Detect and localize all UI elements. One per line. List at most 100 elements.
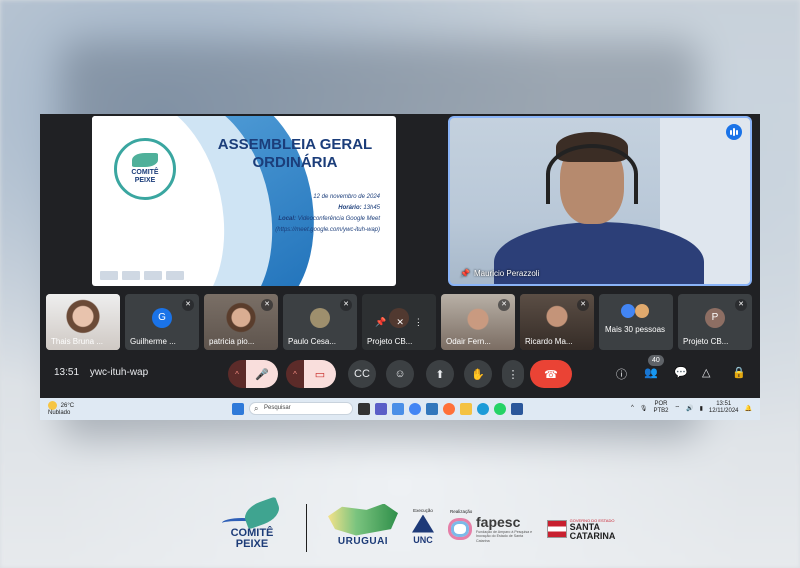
headset bbox=[546, 144, 638, 204]
captions-button[interactable]: CC bbox=[348, 360, 376, 388]
mic-off-icon: ✕ bbox=[261, 299, 273, 311]
reactions-button[interactable]: ☺ bbox=[386, 360, 414, 388]
chevron-up-icon[interactable]: ^ bbox=[631, 405, 634, 411]
fish-icon bbox=[132, 153, 158, 167]
participant-name: Guilherme ... bbox=[130, 337, 176, 346]
divider bbox=[306, 504, 307, 552]
time-value: 13h45 bbox=[363, 205, 380, 211]
leave-call-button[interactable]: ☎ bbox=[530, 360, 572, 388]
raise-hand-button[interactable]: ✋ bbox=[464, 360, 492, 388]
taskbar-search[interactable]: Pesquisar bbox=[249, 402, 353, 415]
slide-title: ASSEMBLEIA GERAL ORDINÁRIA bbox=[200, 136, 390, 172]
mic-off-icon: ✕ bbox=[340, 299, 352, 311]
unc-mark-icon bbox=[412, 514, 434, 533]
host-controls-button[interactable]: 🔒 bbox=[732, 366, 746, 379]
flag-icon bbox=[546, 520, 567, 538]
windows-taskbar: 26°C Nublado Pesquisar ^ 🎙 POR PTB2 ⌔ bbox=[40, 398, 760, 420]
camera-off-icon: ▭ bbox=[314, 368, 326, 381]
people-button[interactable]: 👥 bbox=[644, 366, 658, 379]
activities-icon: △ bbox=[702, 367, 711, 379]
windows-start-icon[interactable] bbox=[232, 402, 244, 415]
whatsapp-icon[interactable] bbox=[494, 402, 506, 415]
avatar bbox=[621, 304, 635, 318]
chrome-icon[interactable] bbox=[409, 402, 421, 415]
meet-window: COMITÊ PEIXE ASSEMBLEIA GERAL ORDINÁRIA … bbox=[40, 114, 760, 420]
hang-up-icon: ☎ bbox=[544, 368, 558, 381]
file-explorer-icon[interactable] bbox=[460, 402, 472, 415]
battery-icon[interactable]: ▮ bbox=[700, 405, 703, 412]
edge-icon[interactable] bbox=[477, 402, 489, 415]
brain-icon bbox=[448, 517, 472, 540]
participant-count-badge: 40 bbox=[648, 355, 664, 366]
more-participants-tile[interactable]: Mais 30 pessoas bbox=[599, 294, 673, 350]
keyboard-layout: PTB2 bbox=[653, 408, 669, 414]
meeting-info: 13:51 ywc-ituh-wap bbox=[54, 367, 148, 378]
speaker-tile[interactable]: 📌 Mauricio Perazzoli bbox=[448, 116, 752, 286]
meeting-details-button[interactable]: ⓘ bbox=[616, 366, 627, 382]
mic-off-icon: 🎤 bbox=[255, 368, 269, 381]
unc-logo: Execução UNC bbox=[406, 498, 440, 554]
taskbar-apps: Pesquisar bbox=[232, 402, 523, 415]
system-tray: ^ 🎙 POR PTB2 ⌔ 🔊 ▮ 13:51 12/11/2024 🔔 bbox=[631, 401, 752, 415]
hand-icon: ✋ bbox=[471, 368, 485, 381]
participant-tile[interactable]: ✕ Ricardo Ma... bbox=[520, 294, 594, 350]
weather-widget[interactable]: 26°C Nublado bbox=[48, 401, 74, 417]
participant-tile[interactable]: ✕ G Guilherme ... bbox=[125, 294, 199, 350]
task-view-icon[interactable] bbox=[358, 402, 370, 415]
location-value: Videoconferência Google Meet bbox=[297, 216, 380, 222]
chat-button[interactable]: 💬 bbox=[674, 366, 688, 379]
fapesc-text: fapesc bbox=[476, 513, 521, 530]
logo-text-1: COMITÊ bbox=[131, 169, 159, 176]
sponsor-logos bbox=[100, 271, 184, 280]
location-label: Local: bbox=[278, 216, 297, 222]
slide-title-line1: ASSEMBLEIA GERAL bbox=[217, 136, 373, 153]
meet-link: (https://meet.google.com/ywc-ituh-wap) bbox=[275, 227, 380, 233]
avatar bbox=[310, 308, 330, 328]
participant-tile[interactable]: ✕ P Projeto CB... bbox=[678, 294, 752, 350]
camera-toggle-button[interactable]: ▭ bbox=[304, 360, 336, 388]
participant-tile[interactable]: Thais Bruna ... bbox=[46, 294, 120, 350]
notification-bell-icon[interactable]: 🔔 bbox=[745, 405, 752, 412]
pin-icon[interactable]: 📌 bbox=[375, 317, 386, 328]
speaker-name: 📌 Mauricio Perazzoli bbox=[460, 269, 539, 278]
taskbar-clock[interactable]: 13:51 12/11/2024 bbox=[709, 401, 739, 415]
present-button[interactable]: ⬆ bbox=[426, 360, 454, 388]
participant-tile[interactable]: ✕ Paulo Cesa... bbox=[283, 294, 357, 350]
avatar: P bbox=[705, 308, 725, 328]
mic-toggle-button[interactable]: 🎤 bbox=[246, 360, 278, 388]
more-options-icon[interactable]: ⋮ bbox=[414, 317, 423, 328]
mic-options-button[interactable]: ^ bbox=[228, 360, 246, 388]
peixe-text: PEIXE bbox=[235, 538, 269, 550]
wifi-icon[interactable]: ⌔ bbox=[674, 404, 680, 412]
unc-text: UNC bbox=[413, 534, 433, 545]
firefox-icon[interactable] bbox=[443, 402, 455, 415]
time-label: Horário: bbox=[338, 205, 362, 211]
participant-tile[interactable]: ✕ patricia pio... bbox=[204, 294, 278, 350]
slide-details: 12 de novembro de 2024 Horário: 13h45 Lo… bbox=[275, 192, 380, 236]
language-indicator[interactable]: POR PTB2 bbox=[653, 401, 668, 415]
fish-icon bbox=[241, 496, 283, 530]
uruguai-text: URUGUAI bbox=[337, 535, 389, 547]
store-icon[interactable] bbox=[426, 402, 438, 415]
volume-icon[interactable]: 🔊 bbox=[686, 405, 693, 412]
participant-name: Paulo Cesa... bbox=[288, 337, 337, 346]
more-options-button[interactable]: ⋮ bbox=[502, 360, 524, 388]
camera-options-button[interactable]: ^ bbox=[286, 360, 304, 388]
mic-icon[interactable]: 🎙 bbox=[640, 405, 648, 412]
more-options-icon: ⋮ bbox=[507, 368, 519, 381]
info-icon: ⓘ bbox=[616, 369, 627, 381]
clock-date: 12/11/2024 bbox=[708, 408, 739, 414]
copilot-icon[interactable] bbox=[392, 402, 404, 415]
word-icon[interactable] bbox=[511, 402, 523, 415]
participant-strip: Thais Bruna ... ✕ G Guilherme ... ✕ patr… bbox=[46, 294, 754, 350]
mic-off-icon: ✕ bbox=[396, 316, 404, 327]
participant-tile[interactable]: ✕ Odair Fern... bbox=[441, 294, 515, 350]
catarina-text: CATARINA bbox=[569, 530, 616, 541]
execucao-label: Execução bbox=[413, 507, 433, 513]
teams-icon[interactable] bbox=[375, 402, 387, 415]
comite-peixe-logo: COMITÊ PEIXE bbox=[114, 138, 176, 200]
participant-name: Projeto CB... bbox=[683, 337, 729, 346]
activities-button[interactable]: △ bbox=[702, 366, 710, 379]
footer-logos: COMITÊ PEIXE URUGUAI Execução UNC Realiz… bbox=[0, 492, 800, 562]
participant-tile[interactable]: 📌 ✕ ⋮ Projeto CB... bbox=[362, 294, 436, 350]
